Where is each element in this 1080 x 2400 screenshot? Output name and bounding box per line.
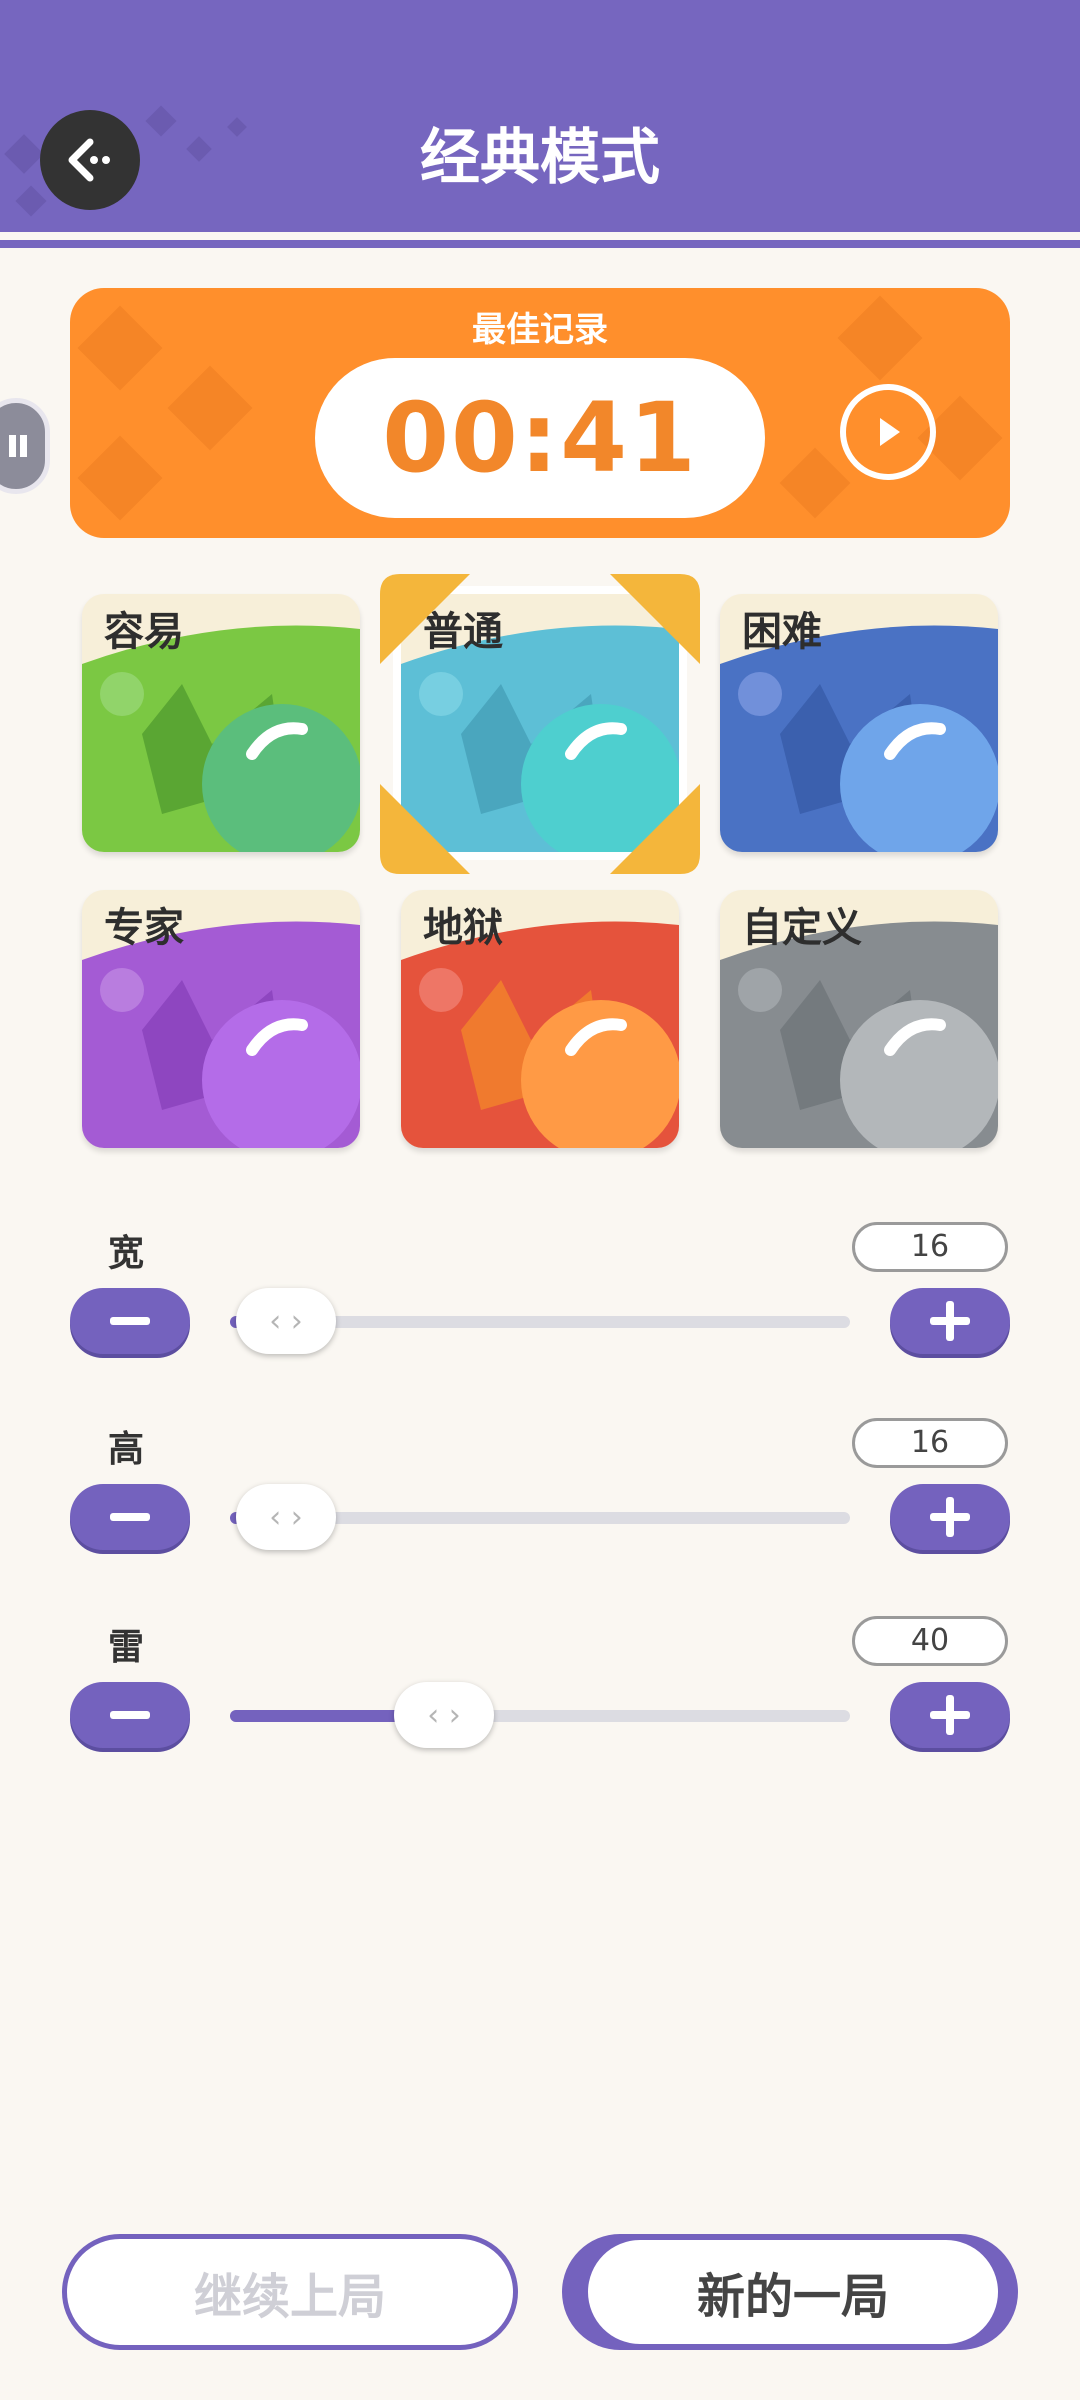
mode-label: 容易 [104, 609, 184, 655]
mode-card-hell[interactable]: 地狱 [401, 890, 679, 1148]
header-divider [0, 232, 1080, 240]
continue-game-button[interactable]: 继续上局 [62, 2234, 518, 2350]
width-label: 宽 [108, 1233, 145, 1274]
continue-label: 继续上局 [193, 2269, 386, 2325]
plus-icon [930, 1695, 970, 1735]
plus-icon [930, 1497, 970, 1537]
height-decrease-button[interactable] [70, 1484, 190, 1550]
mode-card-hard[interactable]: 困难 [720, 594, 998, 852]
minus-icon [110, 1317, 150, 1325]
height-increase-button[interactable] [890, 1484, 1010, 1550]
header: 经典模式 [0, 0, 1080, 236]
mines-slider-thumb[interactable]: ‹ › [394, 1682, 494, 1748]
mode-label: 专家 [104, 905, 184, 951]
mines-label: 雷 [108, 1627, 145, 1668]
mines-slider[interactable] [230, 1710, 850, 1722]
side-drawer-handle[interactable] [0, 398, 50, 494]
play-icon [880, 418, 900, 446]
mines-slider-fill [230, 1710, 420, 1722]
page-title: 经典模式 [420, 123, 660, 193]
mode-label: 困难 [742, 609, 822, 655]
mode-label: 自定义 [742, 905, 862, 951]
mode-card-custom[interactable]: 自定义 [720, 890, 998, 1148]
header-accent-line [0, 240, 1080, 248]
mode-label: 地狱 [423, 905, 503, 951]
height-label: 高 [108, 1429, 145, 1470]
height-slider-thumb[interactable]: ‹ › [236, 1484, 336, 1550]
selection-corners [380, 574, 700, 874]
drag-arrows-icon: ‹ › [269, 1303, 303, 1339]
mode-card-easy[interactable]: 容易 [82, 594, 360, 852]
best-time-display: 00:41 [315, 358, 765, 518]
plus-icon [930, 1301, 970, 1341]
best-record-card: 最佳记录 00:41 [70, 288, 1010, 538]
width-decrease-button[interactable] [70, 1288, 190, 1354]
best-time-value: 00:41 [382, 382, 698, 494]
width-slider-thumb[interactable]: ‹ › [236, 1288, 336, 1354]
width-increase-button[interactable] [890, 1288, 1010, 1354]
drag-arrows-icon: ‹ › [427, 1697, 461, 1733]
new-game-label: 新的一局 [588, 2240, 998, 2344]
drag-arrows-icon: ‹ › [269, 1499, 303, 1535]
width-value: 16 [852, 1222, 1008, 1272]
mines-decrease-button[interactable] [70, 1682, 190, 1748]
minus-icon [110, 1711, 150, 1719]
best-record-label: 最佳记录 [472, 310, 608, 350]
replay-button[interactable] [840, 384, 936, 480]
mode-card-expert[interactable]: 专家 [82, 890, 360, 1148]
height-value: 16 [852, 1418, 1008, 1468]
minus-icon [110, 1513, 150, 1521]
mines-increase-button[interactable] [890, 1682, 1010, 1748]
new-game-button[interactable]: 新的一局 [562, 2234, 1018, 2350]
mines-value: 40 [852, 1616, 1008, 1666]
